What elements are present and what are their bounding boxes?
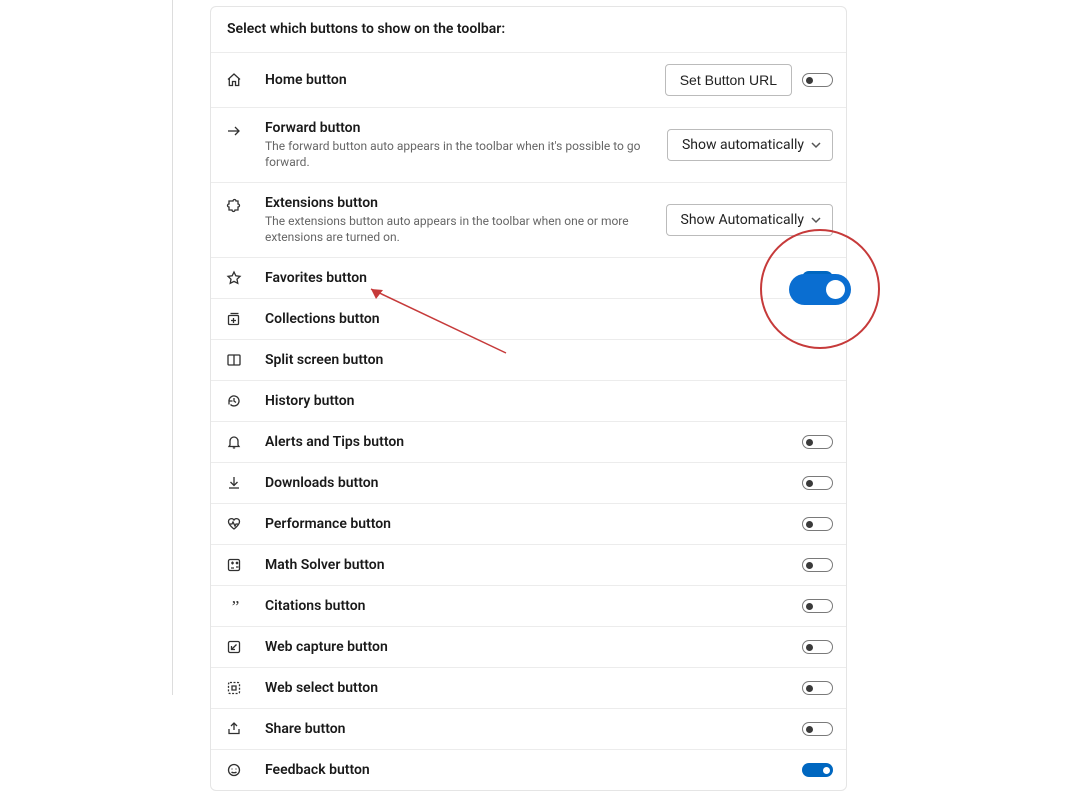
row-webselect: Web select button xyxy=(211,667,846,708)
split-screen-icon xyxy=(225,351,243,369)
panel-header: Select which buttons to show on the tool… xyxy=(211,7,846,52)
toggle-feedback[interactable] xyxy=(802,763,833,777)
row-split-screen: Split screen button xyxy=(211,339,846,380)
split-screen-label: Split screen button xyxy=(265,352,802,368)
highlight-circle xyxy=(760,229,880,349)
toggle-share[interactable] xyxy=(802,722,833,736)
share-icon xyxy=(225,720,243,738)
webselect-label: Web select button xyxy=(265,680,802,696)
toggle-downloads[interactable] xyxy=(802,476,833,490)
row-feedback: Feedback button xyxy=(211,749,846,790)
toggle-webcapture[interactable] xyxy=(802,640,833,654)
extensions-dropdown-value: Show Automatically xyxy=(681,212,804,228)
toggle-webselect[interactable] xyxy=(802,681,833,695)
citations-label: Citations button xyxy=(265,598,802,614)
toolbar-buttons-panel: Select which buttons to show on the tool… xyxy=(210,6,847,791)
row-performance: Performance button xyxy=(211,503,846,544)
feedback-icon xyxy=(225,761,243,779)
row-webcapture: Web capture button xyxy=(211,626,846,667)
forward-desc: The forward button auto appears in the t… xyxy=(265,139,667,170)
row-share: Share button xyxy=(211,708,846,749)
downloads-label: Downloads button xyxy=(265,475,802,491)
home-icon xyxy=(225,71,243,89)
extensions-desc: The extensions button auto appears in th… xyxy=(265,214,666,245)
toggle-citations[interactable] xyxy=(802,599,833,613)
collections-label: Collections button xyxy=(265,311,833,327)
toggle-performance[interactable] xyxy=(802,517,833,531)
chevron-down-icon xyxy=(810,214,822,226)
bell-icon xyxy=(225,433,243,451)
star-icon xyxy=(225,269,243,287)
forward-arrow-icon xyxy=(225,122,243,140)
row-history: History button xyxy=(211,380,846,421)
row-citations: ” Citations button xyxy=(211,585,846,626)
toggle-home[interactable] xyxy=(802,73,833,87)
row-favorites: Favorites button xyxy=(211,257,846,298)
extensions-label: Extensions button xyxy=(265,195,666,211)
collections-icon xyxy=(225,310,243,328)
share-label: Share button xyxy=(265,721,802,737)
alerts-label: Alerts and Tips button xyxy=(265,434,802,450)
webcapture-label: Web capture button xyxy=(265,639,802,655)
puzzle-icon xyxy=(225,197,243,215)
feedback-label: Feedback button xyxy=(265,762,802,778)
row-home: Home button Set Button URL xyxy=(211,52,846,107)
performance-label: Performance button xyxy=(265,516,802,532)
history-icon xyxy=(225,392,243,410)
math-icon xyxy=(225,556,243,574)
row-alerts: Alerts and Tips button xyxy=(211,421,846,462)
heartbeat-icon xyxy=(225,515,243,533)
toggle-split-screen[interactable] xyxy=(789,274,851,305)
toggle-alerts[interactable] xyxy=(802,435,833,449)
set-button-url-btn[interactable]: Set Button URL xyxy=(665,64,792,96)
history-label: History button xyxy=(265,393,833,409)
toggle-math[interactable] xyxy=(802,558,833,572)
web-capture-icon xyxy=(225,638,243,656)
download-icon xyxy=(225,474,243,492)
forward-dropdown[interactable]: Show automatically xyxy=(667,129,833,161)
home-label: Home button xyxy=(265,72,665,88)
row-downloads: Downloads button xyxy=(211,462,846,503)
math-label: Math Solver button xyxy=(265,557,802,573)
row-math: Math Solver button xyxy=(211,544,846,585)
left-divider xyxy=(172,0,173,695)
row-collections: Collections button xyxy=(211,298,846,339)
forward-dropdown-value: Show automatically xyxy=(682,137,804,153)
row-extensions: Extensions button The extensions button … xyxy=(211,182,846,257)
chevron-down-icon xyxy=(810,139,822,151)
favorites-label: Favorites button xyxy=(265,270,802,286)
row-forward: Forward button The forward button auto a… xyxy=(211,107,846,182)
forward-label: Forward button xyxy=(265,120,667,136)
quotes-icon: ” xyxy=(225,597,243,615)
